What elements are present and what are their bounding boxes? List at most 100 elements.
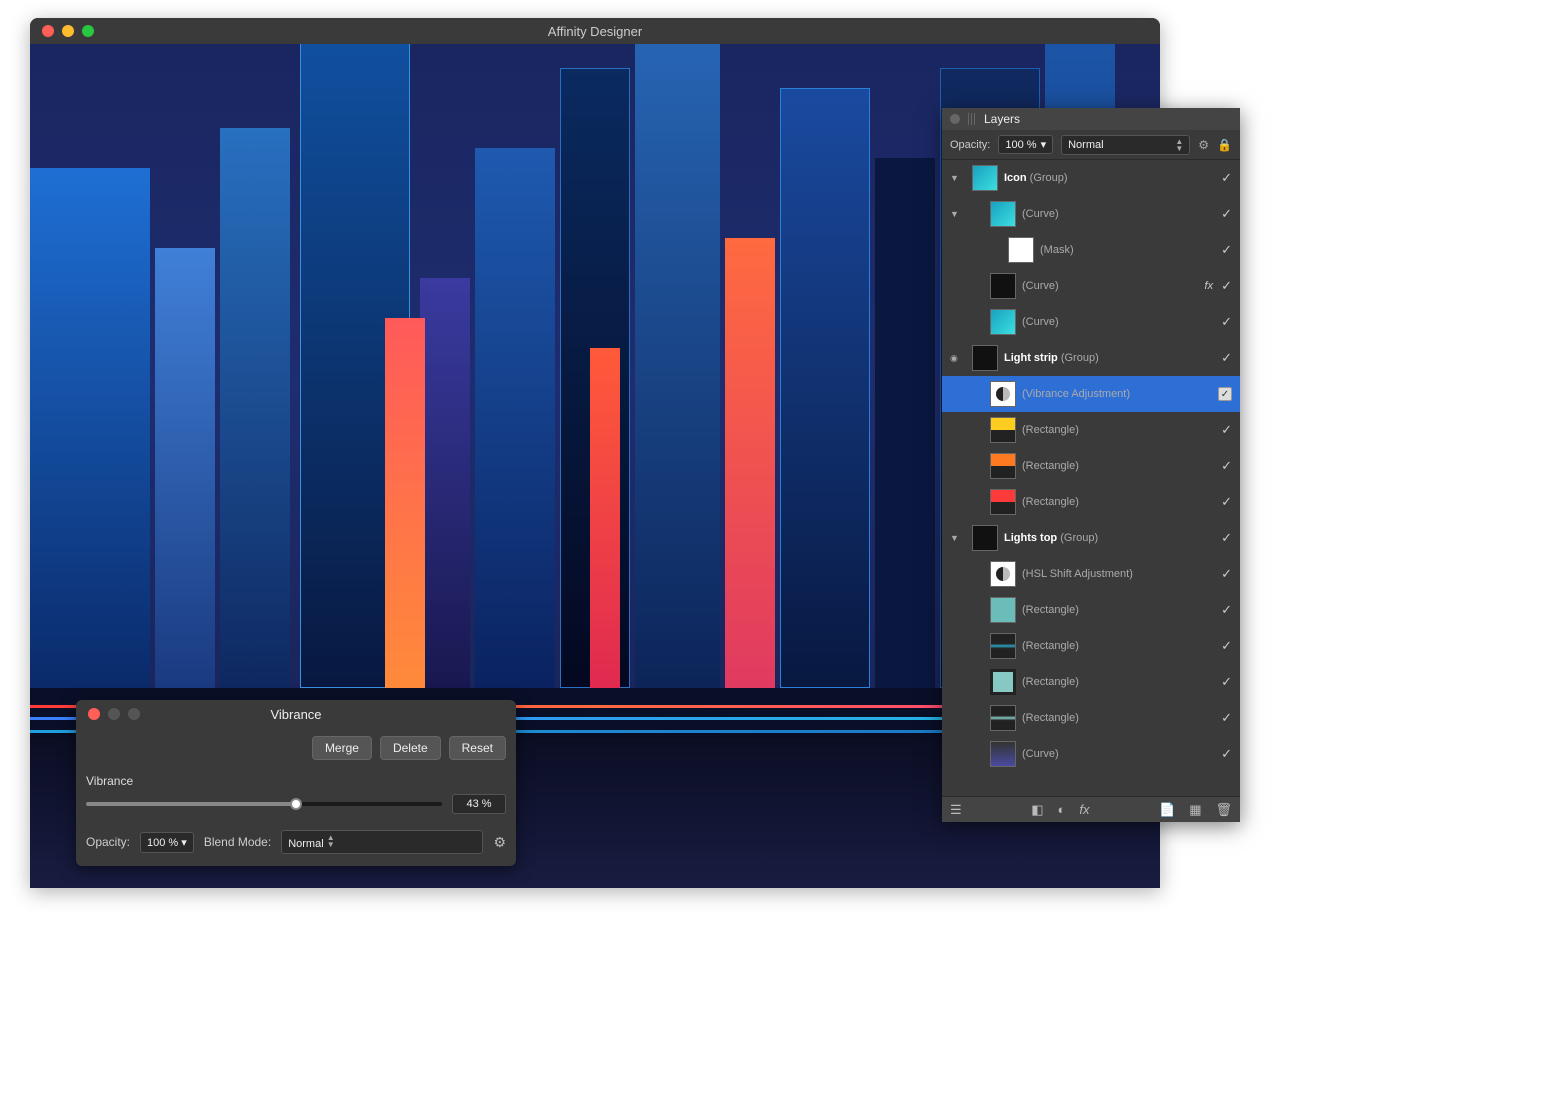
traffic-lights	[30, 25, 94, 37]
minimize-icon[interactable]	[108, 708, 120, 720]
layer-row[interactable]: (Rectangle)✓	[942, 412, 1240, 448]
fx-icon[interactable]: fx	[1079, 802, 1089, 817]
layer-thumbnail[interactable]	[990, 669, 1016, 695]
layer-name-label: Lights top (Group)	[1004, 532, 1215, 544]
layers-list[interactable]: ▼Icon (Group)✓▼(Curve)✓(Mask)✓ (Curve) fx ✓…	[942, 160, 1240, 796]
close-window-button[interactable]	[42, 25, 54, 37]
layers-icon[interactable]: ☰	[950, 802, 962, 818]
layer-thumbnail[interactable]	[990, 597, 1016, 623]
disclosure-triangle-icon[interactable]: ▼	[950, 209, 960, 219]
layer-thumbnail[interactable]	[990, 273, 1016, 299]
new-layer-icon[interactable]: 📄	[1159, 802, 1175, 818]
vibrance-titlebar[interactable]: Vibrance	[76, 700, 516, 728]
mask-icon[interactable]: ◧	[1031, 802, 1043, 818]
visibility-checkbox[interactable]: ✓	[1221, 674, 1232, 690]
layer-thumbnail[interactable]	[972, 165, 998, 191]
close-icon[interactable]	[88, 708, 100, 720]
visibility-checkbox[interactable]: ✓	[1221, 530, 1232, 546]
layer-row[interactable]: (HSL Shift Adjustment) ✓	[942, 556, 1240, 592]
layer-row[interactable]: (Rectangle) ✓	[942, 700, 1240, 736]
layer-row[interactable]: ▼(Curve)✓	[942, 196, 1240, 232]
panel-opacity-dropdown[interactable]: 100 % ▾	[998, 135, 1053, 154]
fx-badge: fx	[1205, 280, 1214, 292]
disclosure-triangle-icon[interactable]: ▼	[950, 533, 960, 543]
layer-row[interactable]: (Rectangle) ✓	[942, 664, 1240, 700]
new-pixel-layer-icon[interactable]: ▦	[1189, 802, 1201, 818]
visibility-checkbox[interactable]: ✓	[1221, 206, 1232, 222]
layer-name-label: (HSL Shift Adjustment)	[1022, 568, 1215, 580]
layer-thumbnail[interactable]	[1008, 237, 1034, 263]
layer-row[interactable]: (Rectangle)✓	[942, 484, 1240, 520]
visibility-checkbox[interactable]: ✓	[1221, 638, 1232, 654]
visibility-checkbox[interactable]: ✓	[1221, 458, 1232, 474]
visibility-checkbox[interactable]: ✓	[1221, 422, 1232, 438]
visibility-checkbox[interactable]: ✓	[1221, 350, 1232, 366]
layer-name-label: (Curve)	[1022, 748, 1215, 760]
visibility-checkbox[interactable]: ✓	[1221, 242, 1232, 258]
layer-row[interactable]: (Rectangle)✓	[942, 592, 1240, 628]
opacity-label: Opacity:	[86, 835, 130, 849]
layer-row[interactable]: ◉Light strip (Group)✓	[942, 340, 1240, 376]
visibility-checkbox[interactable]: ✓	[1221, 494, 1232, 510]
panel-opacity-label: Opacity:	[950, 139, 990, 151]
visibility-checkbox[interactable]: ✓	[1221, 170, 1232, 186]
layer-row[interactable]: (Rectangle)✓	[942, 448, 1240, 484]
panel-blend-mode-dropdown[interactable]: Normal ▲▼	[1061, 135, 1190, 155]
maximize-icon[interactable]	[128, 708, 140, 720]
layers-panel-header[interactable]: Layers	[942, 108, 1240, 130]
merge-button[interactable]: Merge	[312, 736, 372, 760]
blend-mode-dropdown[interactable]: Normal ▲▼	[281, 830, 483, 854]
disclosure-triangle-icon[interactable]: ▼	[950, 173, 960, 183]
disclosure-triangle-icon[interactable]: ◉	[950, 353, 960, 364]
maximize-window-button[interactable]	[82, 25, 94, 37]
layer-thumbnail[interactable]	[990, 201, 1016, 227]
vibrance-dialog[interactable]: Vibrance Merge Delete Reset Vibrance 43 …	[76, 700, 516, 866]
gear-icon[interactable]: ⚙	[493, 834, 506, 851]
layer-thumbnail[interactable]	[990, 561, 1016, 587]
layer-thumbnail[interactable]	[972, 345, 998, 371]
reset-button[interactable]: Reset	[449, 736, 506, 760]
panel-close-icon[interactable]	[950, 114, 960, 124]
layer-thumbnail[interactable]	[990, 381, 1016, 407]
gear-icon[interactable]: ⚙	[1198, 138, 1209, 152]
visibility-checkbox[interactable]: ✓	[1221, 566, 1232, 582]
layer-name-label: (Rectangle)	[1022, 676, 1215, 688]
layers-opacity-row: Opacity: 100 % ▾ Normal ▲▼ ⚙ 🔒	[942, 130, 1240, 160]
layer-thumbnail[interactable]	[990, 633, 1016, 659]
visibility-checkbox[interactable]: ✓	[1221, 710, 1232, 726]
layer-thumbnail[interactable]	[990, 417, 1016, 443]
layer-row[interactable]: (Curve)✓	[942, 304, 1240, 340]
delete-button[interactable]: Delete	[380, 736, 441, 760]
layer-row[interactable]: ▼Icon (Group)✓	[942, 160, 1240, 196]
chevron-down-icon: ▾	[1041, 138, 1047, 151]
adjustment-icon[interactable]: ◐	[1057, 802, 1065, 817]
layer-thumbnail[interactable]	[990, 705, 1016, 731]
vibrance-title: Vibrance	[270, 707, 321, 722]
lock-icon[interactable]: 🔒	[1217, 138, 1232, 152]
layer-thumbnail[interactable]	[990, 741, 1016, 767]
visibility-checkbox[interactable]: ✓	[1221, 314, 1232, 330]
trash-icon[interactable]: 🗑	[1215, 802, 1232, 818]
visibility-checkbox[interactable]: ✓	[1218, 387, 1232, 401]
layer-row[interactable]: (Vibrance Adjustment)✓	[942, 376, 1240, 412]
vibrance-slider[interactable]	[86, 802, 442, 806]
titlebar[interactable]: Affinity Designer	[30, 18, 1160, 44]
visibility-checkbox[interactable]: ✓	[1221, 278, 1232, 294]
vibrance-value-field[interactable]: 43 %	[452, 794, 506, 814]
visibility-checkbox[interactable]: ✓	[1221, 746, 1232, 762]
layer-thumbnail[interactable]	[990, 489, 1016, 515]
slider-thumb[interactable]	[290, 798, 302, 810]
panel-grip-icon[interactable]	[968, 113, 976, 125]
layer-row[interactable]: (Rectangle)✓	[942, 628, 1240, 664]
layer-row[interactable]: (Curve) ✓	[942, 736, 1240, 772]
layer-row[interactable]: ▼ Lights top (Group) ✓	[942, 520, 1240, 556]
layer-row[interactable]: (Curve)fx✓	[942, 268, 1240, 304]
visibility-checkbox[interactable]: ✓	[1221, 602, 1232, 618]
minimize-window-button[interactable]	[62, 25, 74, 37]
layer-thumbnail[interactable]	[990, 453, 1016, 479]
layer-thumbnail[interactable]	[972, 525, 998, 551]
opacity-dropdown[interactable]: 100 % ▾	[140, 832, 194, 853]
layer-name-label: (Rectangle)	[1022, 712, 1215, 724]
layer-thumbnail[interactable]	[990, 309, 1016, 335]
layer-row[interactable]: (Mask)✓	[942, 232, 1240, 268]
